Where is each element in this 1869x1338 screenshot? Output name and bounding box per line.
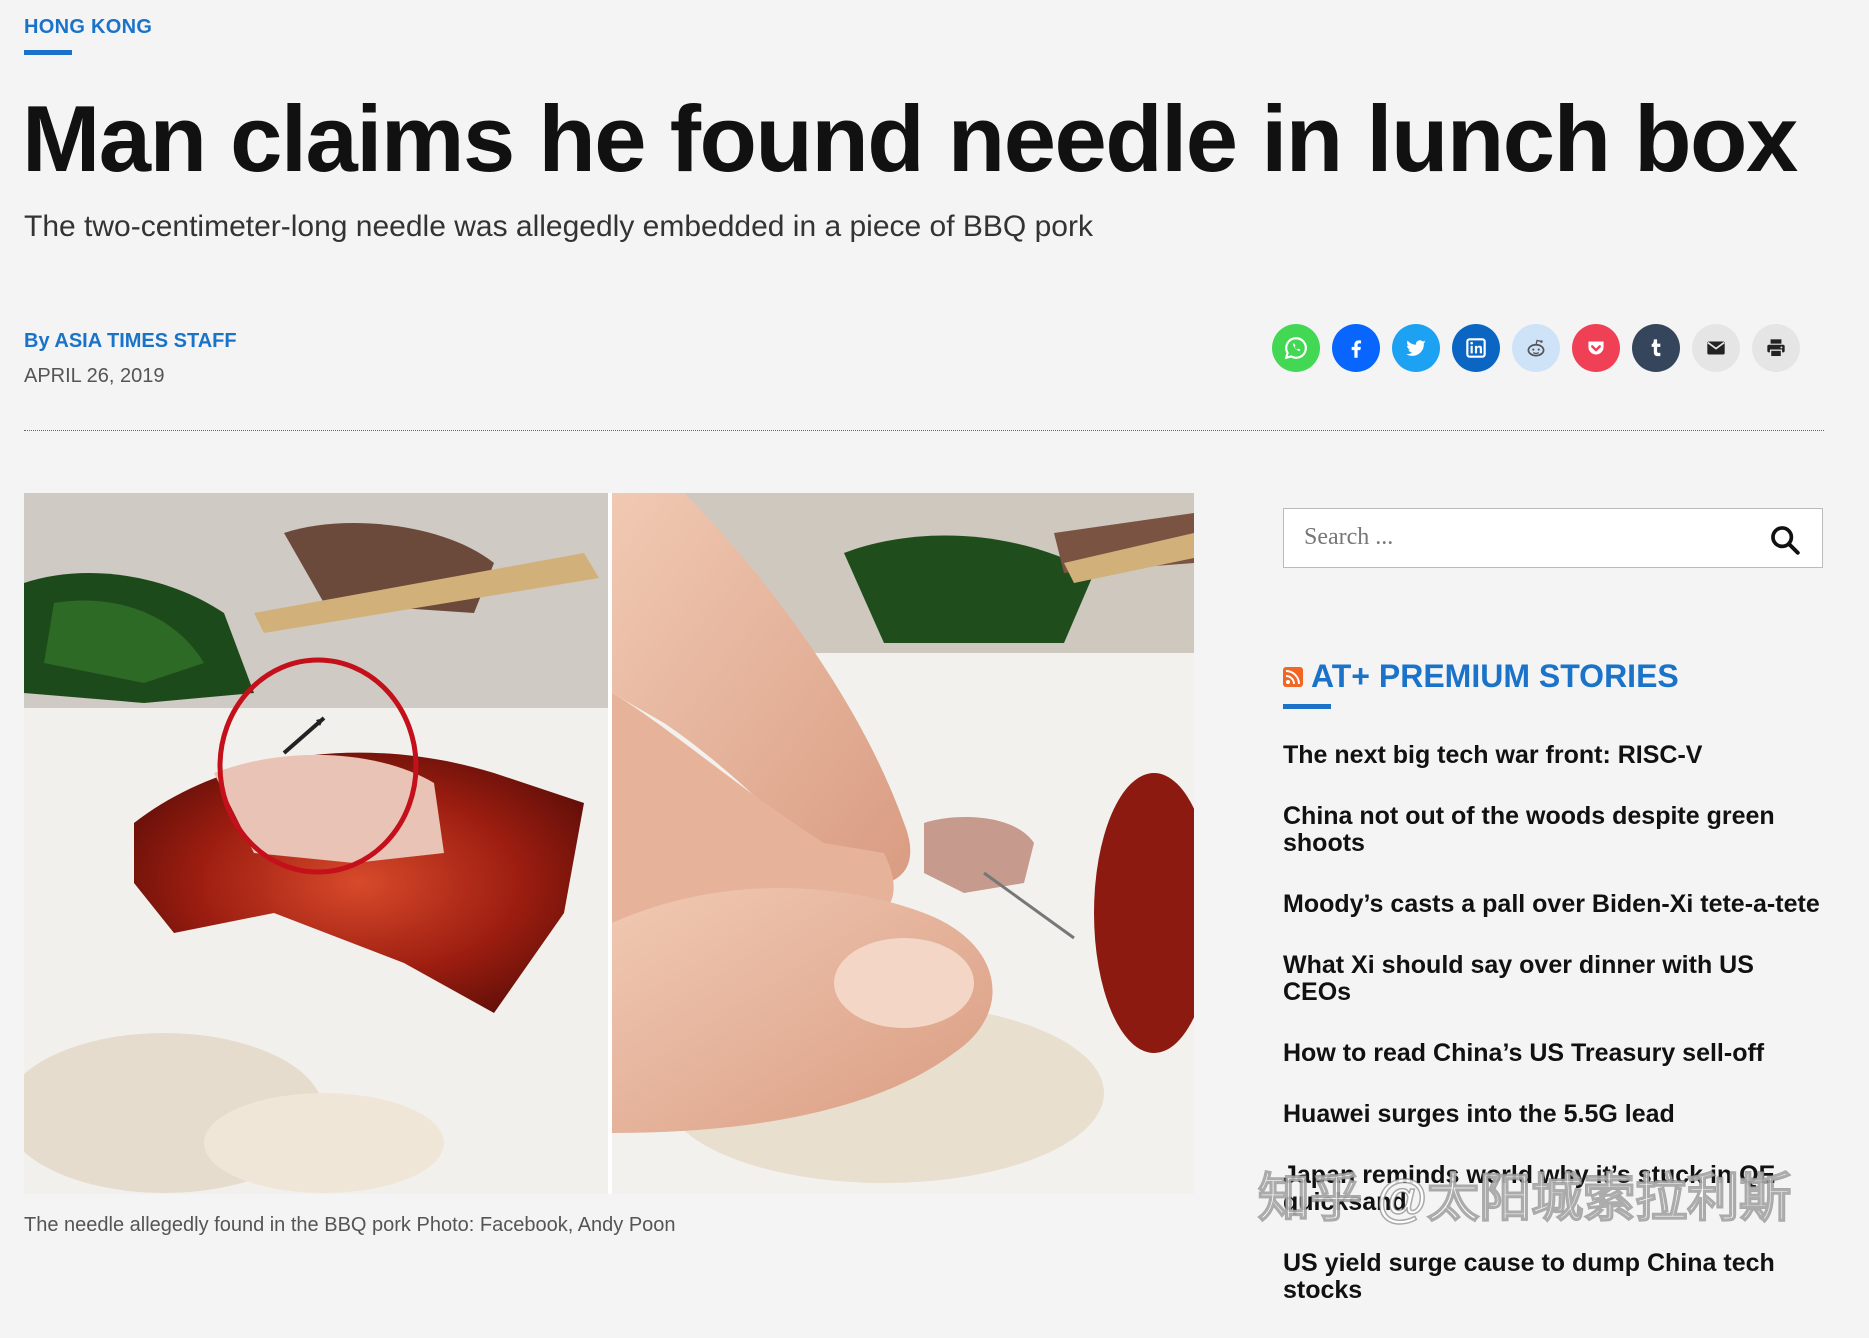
story-link[interactable]: Huawei surges into the 5.5G lead bbox=[1283, 1101, 1828, 1128]
byline: By ASIA TIMES STAFF bbox=[24, 330, 237, 353]
share-bar bbox=[1272, 324, 1800, 372]
premium-underline bbox=[1283, 704, 1331, 709]
photo-caption: The needle allegedly found in the BBQ po… bbox=[24, 1214, 676, 1236]
tumblr-share-button[interactable] bbox=[1632, 324, 1680, 372]
reddit-share-button[interactable] bbox=[1512, 324, 1560, 372]
whatsapp-icon bbox=[1284, 337, 1307, 360]
premium-stories-list: The next big tech war front: RISC-V Chin… bbox=[1283, 742, 1828, 1338]
rss-icon[interactable] bbox=[1283, 666, 1303, 687]
email-share-button[interactable] bbox=[1692, 324, 1740, 372]
story-link[interactable]: How to read China’s US Treasury sell-off bbox=[1283, 1040, 1828, 1067]
publish-date: APRIL 26, 2019 bbox=[24, 365, 165, 387]
twitter-share-button[interactable] bbox=[1392, 324, 1440, 372]
story-link[interactable]: The next big tech war front: RISC-V bbox=[1283, 742, 1828, 769]
email-icon bbox=[1707, 341, 1725, 355]
linkedin-icon bbox=[1466, 338, 1486, 358]
pocket-icon bbox=[1588, 341, 1604, 355]
story-link[interactable]: What Xi should say over dinner with US C… bbox=[1283, 952, 1828, 1006]
byline-prefix: By bbox=[24, 330, 55, 352]
story-link[interactable]: Moody’s casts a pall over Biden-Xi tete-… bbox=[1283, 891, 1828, 918]
article-photo[interactable] bbox=[24, 493, 1194, 1194]
watermark: 知乎 @太阳城索拉利斯 bbox=[1257, 1169, 1792, 1229]
category-link[interactable]: HONG KONG bbox=[24, 16, 152, 39]
linkedin-share-button[interactable] bbox=[1452, 324, 1500, 372]
search-box[interactable]: Search ... bbox=[1283, 508, 1823, 568]
reddit-icon bbox=[1527, 339, 1545, 357]
category-underline bbox=[24, 50, 72, 55]
premium-stories-header: AT+ PREMIUM STORIES bbox=[1283, 658, 1679, 695]
story-link[interactable]: US yield surge cause to dump China tech … bbox=[1283, 1250, 1828, 1304]
facebook-icon bbox=[1351, 340, 1362, 358]
twitter-icon bbox=[1406, 340, 1426, 356]
facebook-share-button[interactable] bbox=[1332, 324, 1380, 372]
story-link[interactable]: China not out of the woods despite green… bbox=[1283, 803, 1828, 857]
header-divider bbox=[24, 430, 1824, 431]
tumblr-icon bbox=[1651, 339, 1661, 357]
print-share-button[interactable] bbox=[1752, 324, 1800, 372]
pocket-share-button[interactable] bbox=[1572, 324, 1620, 372]
print-icon bbox=[1767, 339, 1785, 358]
search-icon[interactable] bbox=[1768, 523, 1802, 557]
author-link[interactable]: ASIA TIMES STAFF bbox=[54, 330, 236, 352]
article-photo-image bbox=[24, 493, 1194, 1194]
article-subhead: The two-centimeter-long needle was alleg… bbox=[24, 210, 1093, 243]
search-input[interactable]: Search ... bbox=[1304, 524, 1393, 551]
whatsapp-share-button[interactable] bbox=[1272, 324, 1320, 372]
article-headline: Man claims he found needle in lunch box bbox=[22, 86, 1798, 191]
premium-stories-title[interactable]: AT+ PREMIUM STORIES bbox=[1311, 658, 1679, 695]
